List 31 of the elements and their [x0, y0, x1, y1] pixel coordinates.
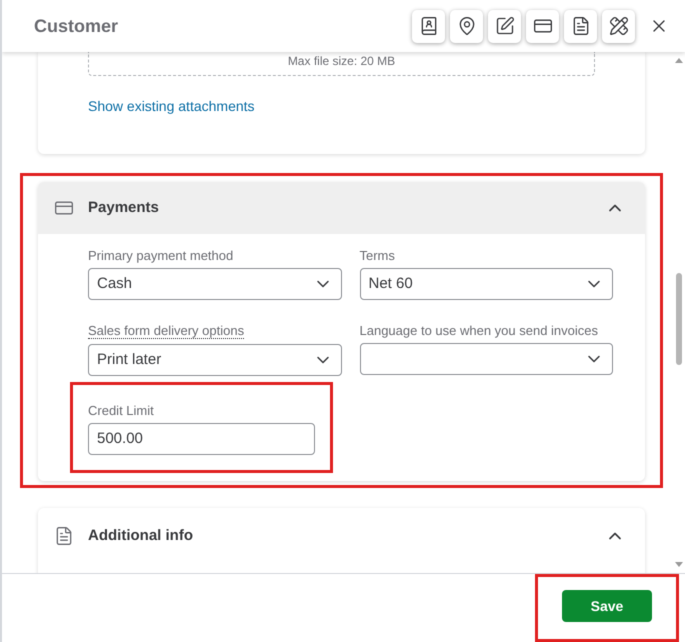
section-title: Additional info — [88, 526, 194, 546]
toolbar-button[interactable] — [564, 10, 597, 42]
show-attachments-link[interactable]: Show existing attachments — [88, 96, 595, 117]
map-pin-icon — [456, 16, 476, 36]
toolbar-button[interactable] — [450, 10, 483, 42]
pencil-ruler-icon — [608, 16, 628, 36]
document-icon — [570, 16, 590, 36]
save-button[interactable]: Save — [562, 590, 652, 622]
upload-dropzone[interactable]: Max file size: 20 MB — [88, 52, 595, 76]
field-label: Sales form delivery options — [88, 323, 244, 339]
document-icon — [54, 526, 74, 546]
section-header[interactable]: Additional info — [38, 508, 645, 564]
field-label: Credit Limit — [88, 403, 155, 418]
field-label: Terms — [360, 248, 395, 263]
dropdown-field[interactable]: Net 60 — [360, 268, 613, 300]
pencil-square-icon — [494, 16, 514, 36]
toolbar-button[interactable] — [412, 10, 445, 42]
dropdown-field[interactable]: Cash — [88, 268, 342, 300]
field-label: Primary payment method — [88, 248, 234, 263]
section-title: Payments — [88, 198, 160, 218]
toolbar-button[interactable] — [526, 10, 559, 42]
scrollbar-thumb[interactable] — [676, 273, 682, 365]
dropdown-field[interactable]: Print later — [88, 344, 342, 376]
credit-limit-field[interactable]: 500.00 — [88, 423, 314, 455]
dropdown-field[interactable] — [360, 343, 613, 375]
contact-book-icon — [418, 16, 438, 36]
toolbar-button[interactable] — [488, 10, 521, 42]
window-title: Customer — [34, 14, 120, 38]
toolbar-button[interactable] — [602, 10, 635, 42]
field-label: Language to use when you send invoices — [360, 323, 598, 338]
section-header[interactable]: Payments — [38, 182, 645, 234]
